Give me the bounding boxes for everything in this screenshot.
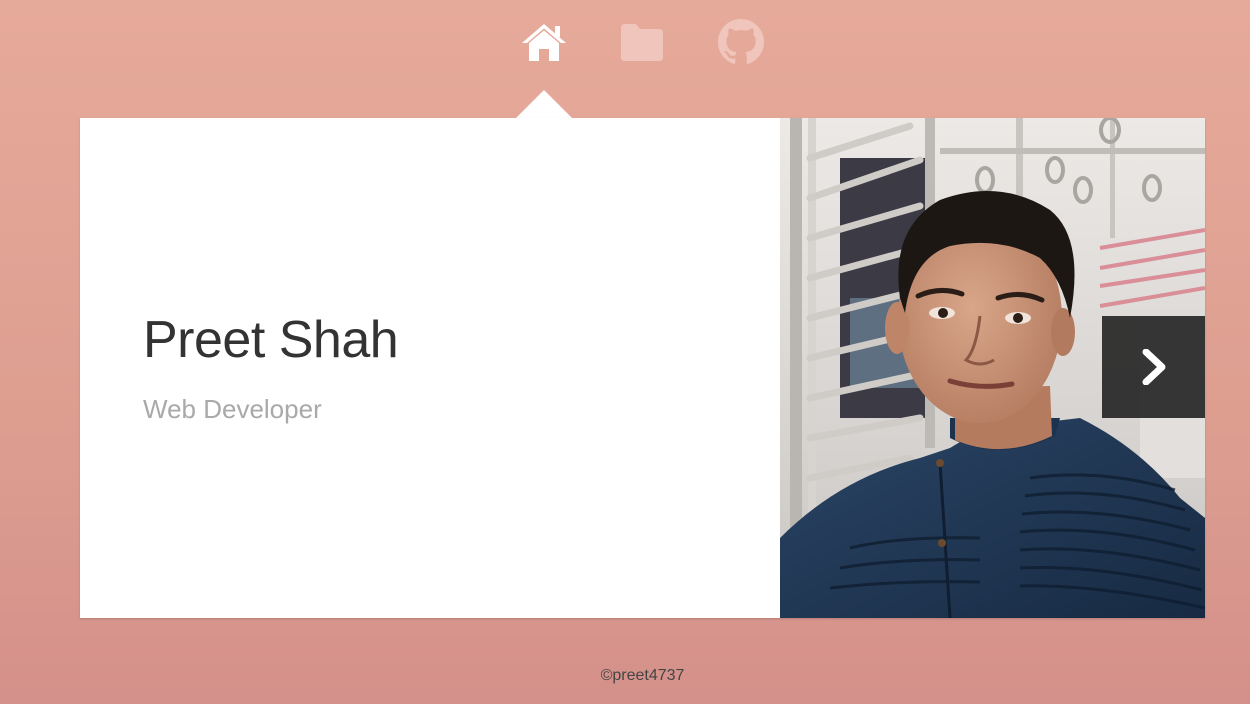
github-icon (718, 19, 764, 64)
top-navigation (0, 19, 1250, 70)
home-icon (522, 24, 566, 61)
next-slide-button[interactable] (1102, 316, 1205, 418)
nav-projects-button[interactable] (617, 20, 667, 64)
active-nav-pointer (516, 90, 572, 118)
profile-card: Preet Shah Web Developer (80, 118, 1205, 618)
folder-icon (621, 24, 663, 61)
nav-home-button[interactable] (519, 20, 569, 64)
footer-copyright: ©preet4737 (600, 667, 685, 684)
profile-name: Preet Shah (143, 311, 399, 369)
profile-role: Web Developer (143, 394, 322, 424)
profile-info: Preet Shah Web Developer (80, 118, 780, 618)
nav-github-button[interactable] (716, 19, 766, 64)
chevron-right-icon (1142, 349, 1165, 385)
